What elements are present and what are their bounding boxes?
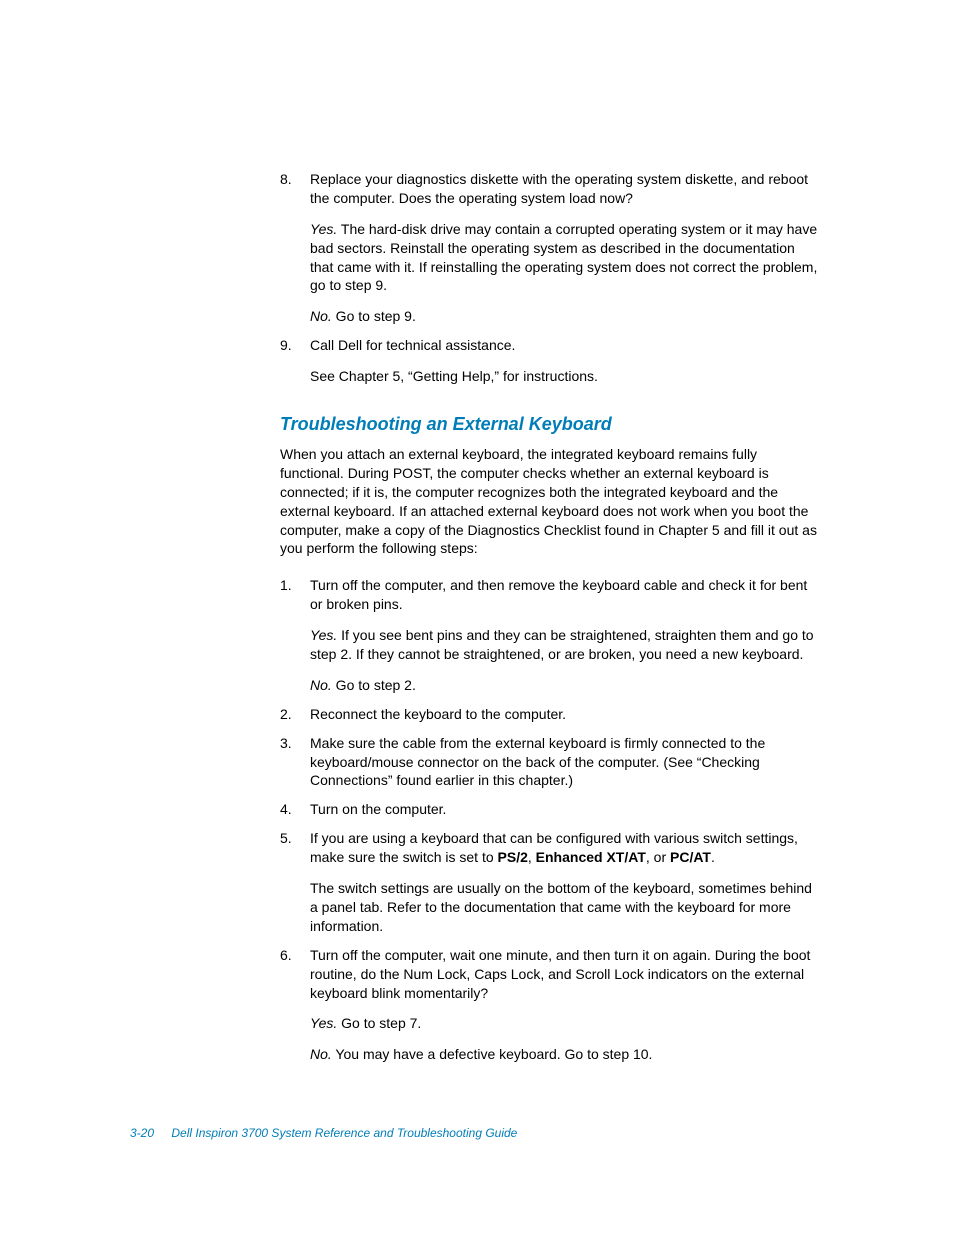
page-number: 3-20 [130, 1126, 154, 1140]
list-item-body: Make sure the cable from the external ke… [310, 734, 822, 791]
list-item: 4.Turn on the computer. [280, 800, 822, 819]
main-list: 1.Turn off the computer, and then remove… [280, 576, 822, 1064]
paragraph: Yes. Go to step 7. [310, 1014, 822, 1033]
text-run: No. [310, 1046, 332, 1062]
paragraph: If you are using a keyboard that can be … [310, 829, 822, 867]
list-item-number: 1. [280, 576, 310, 694]
text-run: Turn on the computer. [310, 801, 446, 817]
paragraph: Reconnect the keyboard to the computer. [310, 705, 822, 724]
text-run: The switch settings are usually on the b… [310, 880, 812, 934]
list-item: 2.Reconnect the keyboard to the computer… [280, 705, 822, 724]
paragraph: Yes. If you see bent pins and they can b… [310, 626, 822, 664]
list-item: 9.Call Dell for technical assistance. See… [280, 336, 822, 386]
section-heading: Troubleshooting an External Keyboard [280, 414, 822, 435]
section-intro: When you attach an external keyboard, th… [280, 445, 822, 558]
text-run: If you see bent pins and they can be str… [310, 627, 814, 662]
list-item-body: Turn off the computer, and then remove t… [310, 576, 822, 694]
list-item: 6.Turn off the computer, wait one minute… [280, 946, 822, 1064]
list-item-body: Reconnect the keyboard to the computer. [310, 705, 822, 724]
list-item-number: 4. [280, 800, 310, 819]
text-run: Enhanced XT/AT [536, 849, 646, 865]
list-item-number: 5. [280, 829, 310, 935]
list-item-body: Replace your diagnostics diskette with t… [310, 170, 822, 326]
text-run: Yes. [310, 221, 337, 237]
paragraph: Turn on the computer. [310, 800, 822, 819]
text-run: , or [646, 849, 670, 865]
paragraph: See Chapter 5, “Getting Help,” for instr… [310, 367, 822, 386]
text-run: Go to step 2. [332, 677, 416, 693]
page-footer: 3-20 Dell Inspiron 3700 System Reference… [130, 1126, 517, 1140]
list-item-body: Turn off the computer, wait one minute, … [310, 946, 822, 1064]
list-item-number: 8. [280, 170, 310, 326]
paragraph: No. You may have a defective keyboard. G… [310, 1045, 822, 1064]
text-run: Yes. [310, 1015, 337, 1031]
paragraph: Call Dell for technical assistance. [310, 336, 822, 355]
list-item: 5.If you are using a keyboard that can b… [280, 829, 822, 935]
paragraph: No. Go to step 9. [310, 307, 822, 326]
list-item: 3.Make sure the cable from the external … [280, 734, 822, 791]
text-run: . [711, 849, 715, 865]
list-item: 8.Replace your diagnostics diskette with… [280, 170, 822, 326]
list-item: 1.Turn off the computer, and then remove… [280, 576, 822, 694]
text-run: , [528, 849, 536, 865]
paragraph: Turn off the computer, wait one minute, … [310, 946, 822, 1003]
paragraph: Yes. The hard-disk drive may contain a c… [310, 220, 822, 296]
footer-title: Dell Inspiron 3700 System Reference and … [171, 1126, 517, 1140]
paragraph: Replace your diagnostics diskette with t… [310, 170, 822, 208]
text-run: Make sure the cable from the external ke… [310, 735, 765, 789]
text-run: No. [310, 677, 332, 693]
text-run: Go to step 9. [332, 308, 416, 324]
text-run: Turn off the computer, wait one minute, … [310, 947, 810, 1001]
list-item-number: 3. [280, 734, 310, 791]
list-item-body: Call Dell for technical assistance. See C… [310, 336, 822, 386]
text-run: Turn off the computer, and then remove t… [310, 577, 807, 612]
document-page: 8.Replace your diagnostics diskette with… [0, 0, 954, 1235]
paragraph: No. Go to step 2. [310, 676, 822, 695]
text-run: Call Dell for technical assistance. [310, 337, 515, 353]
text-run: Yes. [310, 627, 337, 643]
text-run: No. [310, 308, 332, 324]
list-item-number: 9. [280, 336, 310, 386]
list-item-body: If you are using a keyboard that can be … [310, 829, 822, 935]
text-run: Reconnect the keyboard to the computer. [310, 706, 566, 722]
text-run: The hard-disk drive may contain a corrup… [310, 221, 817, 294]
paragraph: The switch settings are usually on the b… [310, 879, 822, 936]
paragraph: Make sure the cable from the external ke… [310, 734, 822, 791]
list-item-body: Turn on the computer. [310, 800, 822, 819]
text-run: See Chapter 5, “Getting Help,” for instr… [310, 368, 598, 384]
text-run: You may have a defective keyboard. Go to… [332, 1046, 653, 1062]
list-item-number: 2. [280, 705, 310, 724]
list-item-number: 6. [280, 946, 310, 1064]
text-run: PC/AT [670, 849, 711, 865]
text-run: Go to step 7. [337, 1015, 421, 1031]
paragraph: Turn off the computer, and then remove t… [310, 576, 822, 614]
text-run: Replace your diagnostics diskette with t… [310, 171, 808, 206]
top-list: 8.Replace your diagnostics diskette with… [280, 170, 822, 386]
text-run: PS/2 [498, 849, 528, 865]
